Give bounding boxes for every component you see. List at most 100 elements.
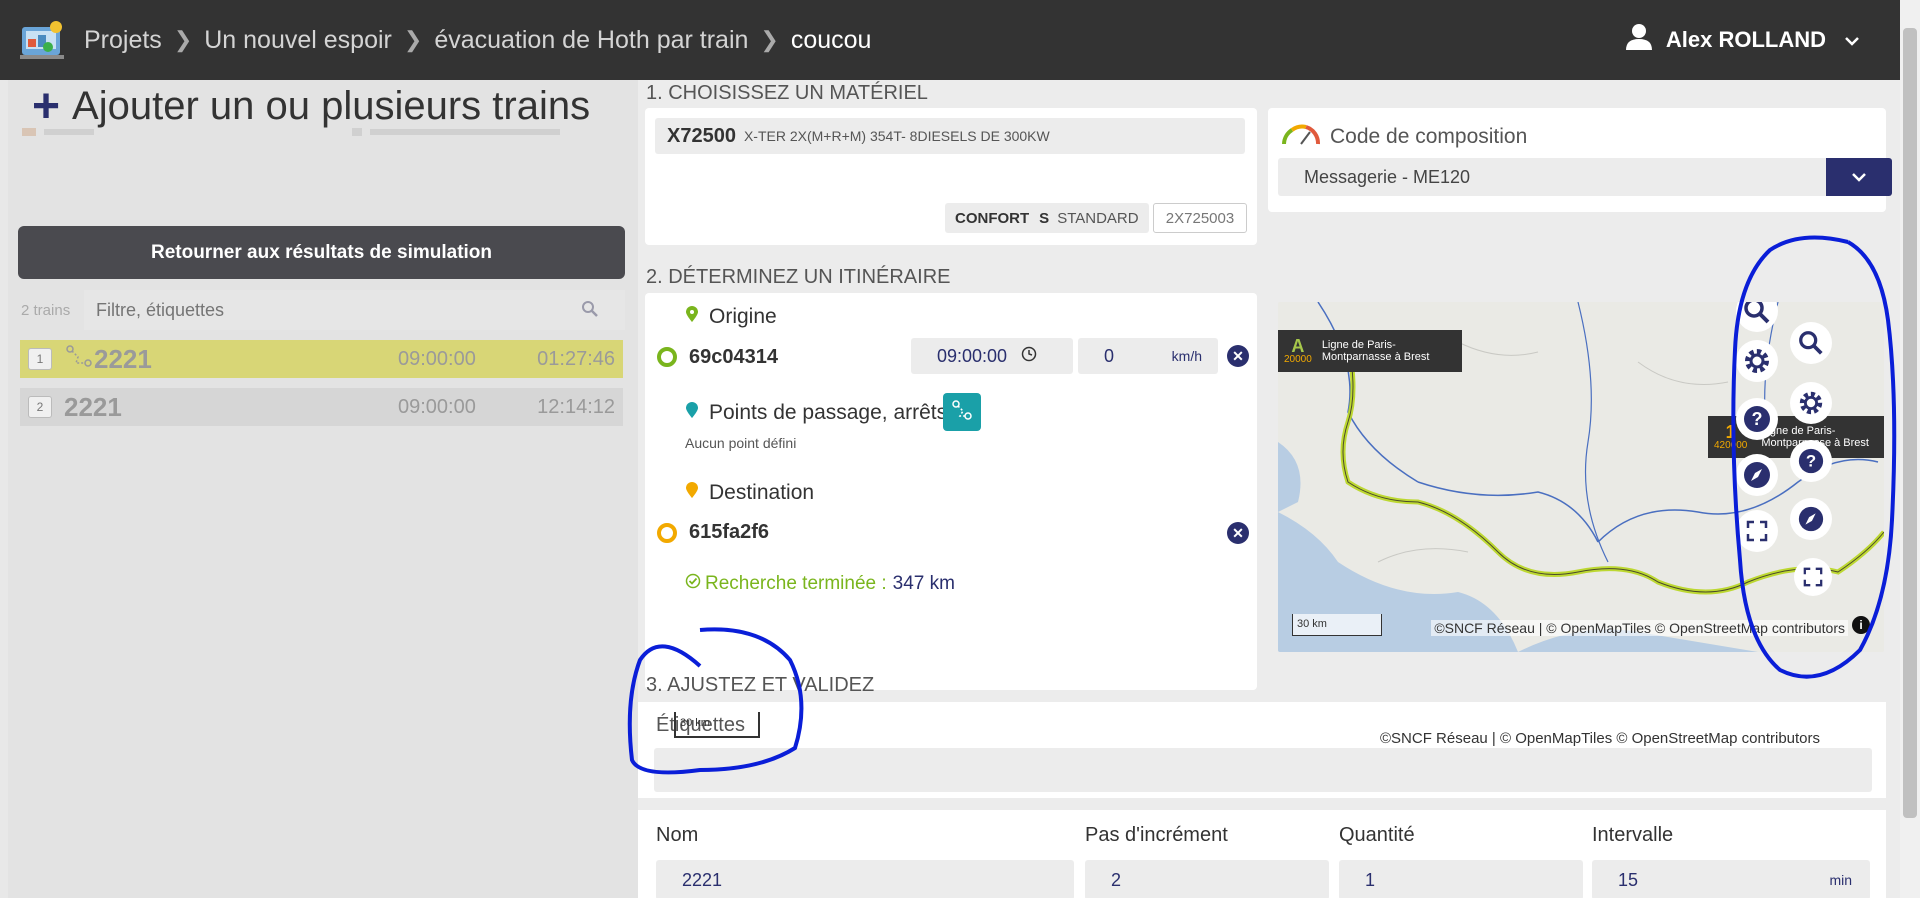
train-start-time: 09:00:00	[398, 347, 476, 370]
material-code: X72500	[667, 124, 736, 147]
map-pin-green-icon	[685, 305, 699, 329]
name-label: Nom	[656, 824, 699, 846]
map-attribution[interactable]: ©SNCF Réseau | © OpenMapTiles © OpenStre…	[1431, 620, 1848, 636]
material-description: X-TER 2X(M+R+M) 354T- 8DIESELS DE 300KW	[743, 128, 1050, 144]
scrollbar-thumb[interactable]	[1903, 28, 1917, 818]
help-icon[interactable]: ?	[1736, 398, 1778, 440]
map-scale-overlay: 30 km	[674, 712, 760, 738]
search-status: Recherche terminée : 347 km	[685, 573, 955, 595]
section-itinerary-title: 2. DÉTERMINEZ UN ITINÉRAIRE	[646, 266, 951, 288]
train-index: 2	[28, 396, 52, 418]
remove-destination-icon[interactable]: ✕	[1227, 522, 1249, 544]
confort-badge: CONFORT S STANDARD	[945, 203, 1149, 233]
main-panel: 1. CHOISISSEZ UN MATÉRIEL X72500 X-TER 2…	[638, 80, 1900, 898]
tags-card: Étiquettes 30 km ©SNCF Réseau | © OpenMa…	[638, 702, 1886, 798]
route-map-icon	[951, 399, 973, 426]
plus-icon: +	[32, 79, 61, 133]
section-material-title: 1. CHOISISSEZ UN MATÉRIEL	[646, 82, 928, 104]
back-to-results-button[interactable]: Retourner aux résultats de simulation	[18, 226, 625, 279]
material-selector[interactable]: X72500 X-TER 2X(M+R+M) 354T- 8DIESELS DE…	[655, 118, 1245, 154]
breadcrumb-study[interactable]: évacuation de Hoth par train	[434, 26, 748, 55]
map-attribution-overlay: ©SNCF Réseau | © OpenMapTiles © OpenStre…	[1380, 730, 1821, 747]
initial-speed-input[interactable]: 0 km/h	[1078, 338, 1218, 374]
interval-unit: min	[1829, 872, 1852, 888]
interval-label: Intervalle	[1592, 824, 1674, 846]
departure-time-input[interactable]: 09:00:00	[911, 338, 1073, 374]
train-fields-card: Nom 2221 Pas d'incrément 2 Quantité 1 In…	[638, 810, 1886, 898]
check-circle-icon	[685, 573, 701, 595]
filter-input[interactable]	[84, 290, 625, 330]
map-pin-yellow-icon	[685, 481, 699, 505]
breadcrumb-project[interactable]: Un nouvel espoir	[204, 26, 392, 55]
breadcrumb-projets[interactable]: Projets	[84, 26, 162, 55]
composition-card: Code de composition Messagerie - ME120	[1268, 108, 1892, 212]
search-icon[interactable]	[581, 300, 599, 323]
waypoints-label: Points de passage, arrêts	[685, 401, 947, 425]
top-bar: Projets ❯ Un nouvel espoir ❯ évacuation …	[0, 0, 1920, 80]
destination-ring-icon	[657, 523, 677, 543]
remove-origin-icon[interactable]: ✕	[1227, 345, 1249, 367]
increment-input[interactable]: 2	[1085, 860, 1329, 898]
route-map[interactable]: A 20000 Ligne de Paris- Montparnasse à B…	[1278, 302, 1884, 652]
page-title: + Ajouter un ou plusieurs trains	[32, 79, 591, 133]
material-reference-badge: 2X725003	[1153, 203, 1247, 233]
user-icon	[1624, 23, 1654, 57]
fullscreen-icon[interactable]	[1736, 510, 1778, 552]
train-row[interactable]: 2 2221 09:00:00 12:14:12	[20, 388, 623, 426]
filter-row: 2 trains	[18, 290, 625, 330]
origin-value[interactable]: 69c04314	[689, 346, 778, 369]
ghost-background-row	[22, 125, 582, 144]
page-scrollbar[interactable]	[1900, 0, 1920, 898]
train-name: 2221	[64, 391, 122, 422]
destination-value[interactable]: 615fa2f6	[689, 521, 769, 544]
info-icon[interactable]: i	[1852, 616, 1870, 634]
origin-label: Origine	[685, 305, 777, 329]
help-secondary-icon[interactable]: ?	[1790, 440, 1832, 482]
compass-secondary-icon[interactable]	[1790, 498, 1832, 540]
user-menu[interactable]: Alex ROLLAND	[1624, 0, 1860, 80]
fullscreen-secondary-icon[interactable]	[1794, 558, 1832, 596]
quantity-label: Quantité	[1339, 824, 1415, 846]
train-count: 2 trains	[21, 301, 71, 319]
speed-unit: km/h	[1171, 348, 1202, 364]
chevron-down-icon	[1844, 30, 1860, 51]
train-row[interactable]: 1 2221 09:00:00 01:27:46	[20, 340, 623, 378]
chevron-right-icon: ❯	[173, 27, 193, 52]
chevron-right-icon: ❯	[403, 27, 423, 52]
svg-text:?: ?	[1806, 452, 1816, 471]
interval-input[interactable]: 15 min	[1592, 860, 1870, 898]
origin-ring-icon	[657, 347, 677, 367]
chevron-right-icon: ❯	[760, 27, 779, 52]
gear-icon[interactable]	[1736, 340, 1778, 382]
train-end-time: 01:27:46	[537, 347, 615, 370]
left-panel: + Ajouter un ou plusieurs trains Retourn…	[8, 80, 638, 898]
composition-select[interactable]: Messagerie - ME120	[1278, 158, 1892, 196]
train-index: 1	[28, 348, 52, 370]
chevron-down-icon[interactable]	[1826, 158, 1892, 196]
quantity-input[interactable]: 1	[1339, 860, 1583, 898]
tags-input[interactable]	[654, 748, 1872, 792]
route-icon	[66, 345, 92, 373]
map-scale: 30 km	[1292, 614, 1382, 636]
app-logo-icon[interactable]	[20, 19, 64, 61]
speed-gauge-icon	[1280, 122, 1322, 152]
train-start-time: 09:00:00	[398, 395, 476, 418]
compass-icon[interactable]	[1736, 454, 1778, 496]
name-input[interactable]: 2221	[656, 860, 1074, 898]
user-name: Alex ROLLAND	[1665, 27, 1826, 52]
search-map-secondary-icon[interactable]	[1790, 322, 1832, 364]
train-name: 2221	[94, 343, 152, 374]
waypoints-note: Aucun point défini	[685, 435, 797, 451]
add-waypoint-button[interactable]	[943, 393, 981, 431]
clock-icon	[1021, 346, 1037, 367]
gear-secondary-icon[interactable]	[1790, 382, 1832, 424]
svg-text:?: ?	[1752, 409, 1763, 429]
section-adjust-title: 3. AJUSTEZ ET VALIDEZ	[646, 674, 875, 696]
train-end-time: 12:14:12	[537, 395, 615, 418]
breadcrumb-scenario: coucou	[790, 25, 872, 54]
material-card[interactable]: X72500 X-TER 2X(M+R+M) 354T- 8DIESELS DE…	[645, 108, 1257, 245]
route-distance: 347 km	[892, 573, 955, 594]
composition-title: Code de composition	[1280, 122, 1527, 152]
destination-label: Destination	[685, 481, 814, 505]
breadcrumb: Projets ❯ Un nouvel espoir ❯ évacuation …	[84, 26, 871, 55]
